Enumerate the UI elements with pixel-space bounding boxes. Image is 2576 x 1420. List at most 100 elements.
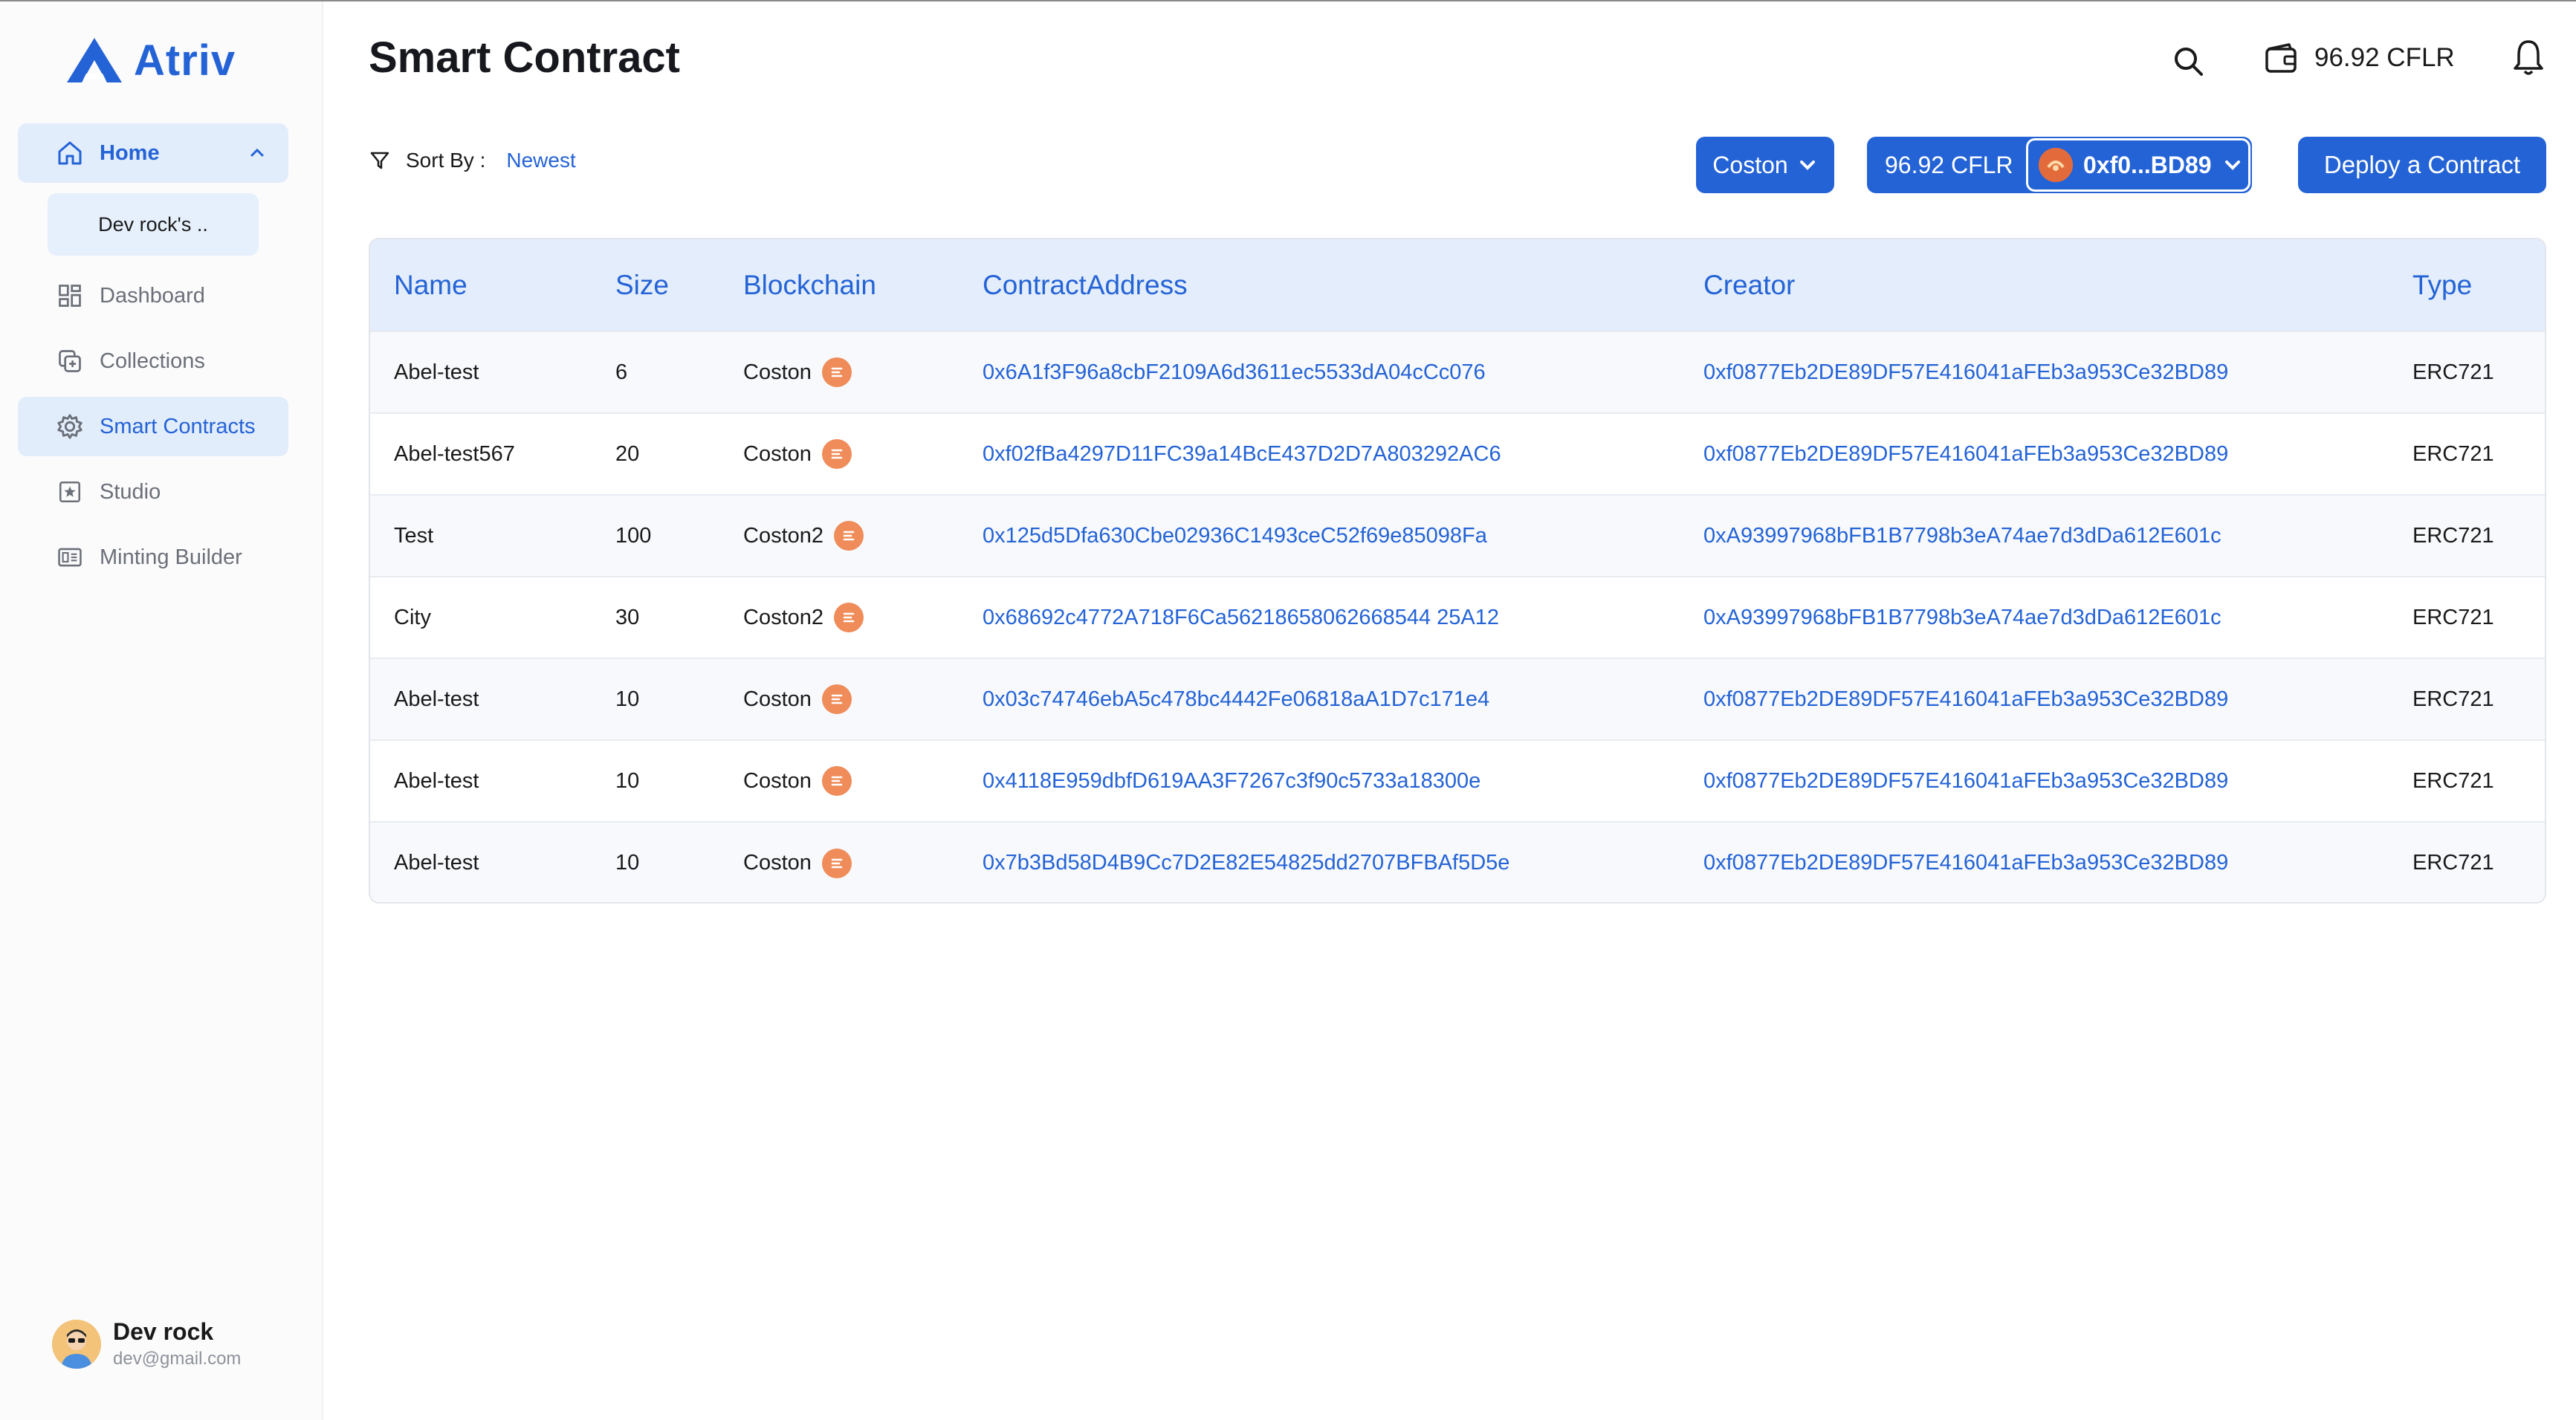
wallet-balance-display[interactable]: 96.92 CFLR [2264, 42, 2455, 74]
column-header-blockchain[interactable]: Blockchain [719, 239, 959, 331]
blockchain-name: Coston [743, 687, 812, 711]
sort-value-dropdown[interactable]: Newest [506, 149, 575, 172]
user-name: Dev rock [113, 1318, 214, 1345]
dashboard-icon [55, 281, 85, 311]
column-header-name[interactable]: Name [370, 239, 592, 331]
sidebar-item-smart-contracts[interactable]: Smart Contracts [18, 397, 288, 456]
network-label: Coston [1712, 151, 1788, 178]
table-row[interactable]: Abel-test 6 Coston 0x6A1f3F96a8cbF2109A6d36… [370, 331, 2545, 413]
contract-size: 10 [615, 687, 640, 711]
contract-address-link[interactable]: 0x68692c4772A718F6Ca56218658062668544 25… [959, 577, 1680, 658]
contract-name: Abel-test [394, 687, 479, 711]
sidebar: Atriv Home Dev rock's .. Dashboard Colle… [0, 1, 323, 1420]
contract-name: City [394, 605, 431, 629]
table-row[interactable]: Abel-test 10 Coston 0x03c74746ebA5c478bc444… [370, 658, 2545, 740]
contract-blockchain: Coston2 [719, 577, 959, 658]
avatar [52, 1319, 101, 1369]
contract-size: 10 [615, 851, 640, 875]
contract-size: 10 [615, 768, 640, 793]
bell-icon[interactable] [2512, 39, 2545, 77]
table-row[interactable]: City 30 Coston2 0x68692c4772A718F6Ca5621865… [370, 577, 2545, 658]
contract-blockchain: Coston [719, 331, 959, 413]
table-row[interactable]: Abel-test567 20 Coston 0xf02fBa4297D11FC39a… [370, 413, 2545, 495]
account-button[interactable]: 96.92 CFLR 0xf0...BD89 [1867, 137, 2252, 193]
blockchain-name: Coston [743, 768, 812, 793]
contract-address-link[interactable]: 0x03c74746ebA5c478bc4442Fe06818aA1D7c171… [959, 658, 1680, 740]
blockchain-name: Coston [743, 851, 812, 875]
chevron-up-icon[interactable] [248, 144, 266, 162]
user-profile[interactable]: Dev rock dev@gmail.com [52, 1318, 241, 1369]
contract-address-link[interactable]: 0xf02fBa4297D11FC39a14BcE437D2D7A803292A… [959, 413, 1680, 495]
sidebar-item-collections[interactable]: Collections [18, 331, 288, 391]
sidebar-item-label: Dashboard [100, 283, 205, 308]
sidebar-subitem-workspace[interactable]: Dev rock's .. [48, 193, 259, 256]
flare-chain-icon [834, 603, 864, 632]
contract-name: Abel-test [394, 768, 479, 793]
sidebar-item-label: Minting Builder [100, 545, 242, 569]
column-header-type[interactable]: Type [2389, 239, 2545, 331]
contract-type: ERC721 [2412, 768, 2494, 793]
network-select-button[interactable]: Coston [1696, 137, 1834, 193]
account-avatar-icon [2039, 148, 2073, 182]
minting-builder-icon [55, 542, 85, 572]
sort-control[interactable]: Sort By : Newest [369, 149, 576, 172]
creator-address-link[interactable]: 0xf0877Eb2DE89DF57E416041aFEb3a953Ce32BD… [1680, 740, 2389, 822]
sidebar-item-dashboard[interactable]: Dashboard [18, 266, 288, 325]
filter-icon [370, 152, 389, 169]
column-header-creator[interactable]: Creator [1680, 239, 2389, 331]
contract-size: 6 [615, 360, 628, 384]
blockchain-name: Coston2 [743, 523, 824, 548]
sort-label: Sort By : [406, 149, 486, 172]
account-balance: 96.92 CFLR [1885, 151, 2013, 178]
user-email: dev@gmail.com [113, 1349, 242, 1369]
contract-type: ERC721 [2412, 605, 2494, 629]
home-icon [55, 138, 85, 168]
search-icon[interactable] [2170, 43, 2207, 80]
table-row[interactable]: Abel-test 10 Coston 0x4118E959dbfD619AA3F72… [370, 740, 2545, 822]
contract-type: ERC721 [2412, 523, 2494, 548]
account-address: 0xf0...BD89 [2083, 151, 2212, 178]
creator-address-link[interactable]: 0xA93997968bFB1B7798b3eA74ae7d3dDa612E60… [1680, 577, 2389, 658]
contract-blockchain: Coston [719, 822, 959, 902]
flare-chain-icon [821, 848, 852, 878]
brand-name: Atriv [134, 36, 236, 85]
chevron-down-icon [2224, 161, 2240, 170]
wallet-balance-text: 96.92 CFLR [2314, 43, 2455, 72]
contract-address-link[interactable]: 0x125d5Dfa630Cbe02936C1493ceC52f69e85098… [959, 495, 1680, 577]
sidebar-item-studio[interactable]: Studio [18, 462, 288, 522]
blockchain-name: Coston [743, 441, 812, 466]
flare-chain-icon [821, 684, 852, 714]
flare-chain-icon [821, 357, 852, 387]
table-row[interactable]: Abel-test 10 Coston 0x7b3Bd58D4B9Cc7D2E82E5… [370, 822, 2545, 902]
contract-name: Test [394, 523, 434, 548]
deploy-contract-button[interactable]: Deploy a Contract [2298, 137, 2546, 193]
creator-address-link[interactable]: 0xA93997968bFB1B7798b3eA74ae7d3dDa612E60… [1680, 495, 2389, 577]
studio-icon [55, 477, 85, 507]
contract-blockchain: Coston2 [719, 495, 959, 577]
creator-address-link[interactable]: 0xf0877Eb2DE89DF57E416041aFEb3a953Ce32BD… [1680, 413, 2389, 495]
sidebar-item-label: Home [100, 140, 160, 165]
atriv-logo-icon [67, 38, 122, 82]
sidebar-item-minting-builder[interactable]: Minting Builder [18, 528, 288, 587]
table-header-row: Name Size Blockchain ContractAddress Cre… [370, 239, 2545, 331]
brand-logo[interactable]: Atriv [65, 34, 236, 86]
blockchain-name: Coston [743, 360, 812, 384]
column-header-contract-address[interactable]: ContractAddress [959, 239, 1680, 331]
contract-type: ERC721 [2412, 360, 2494, 384]
creator-address-link[interactable]: 0xf0877Eb2DE89DF57E416041aFEb3a953Ce32BD… [1680, 331, 2389, 413]
account-address-dropdown[interactable]: 0xf0...BD89 [2026, 138, 2250, 192]
contract-address-link[interactable]: 0x6A1f3F96a8cbF2109A6d3611ec5533dA04cCc0… [959, 331, 1680, 413]
creator-address-link[interactable]: 0xf0877Eb2DE89DF57E416041aFEb3a953Ce32BD… [1680, 822, 2389, 902]
contract-address-link[interactable]: 0x7b3Bd58D4B9Cc7D2E82E54825dd2707BFBAf5D… [959, 822, 1680, 902]
creator-address-link[interactable]: 0xf0877Eb2DE89DF57E416041aFEb3a953Ce32BD… [1680, 658, 2389, 740]
sidebar-item-label: Studio [100, 479, 161, 504]
contract-name: Abel-test567 [394, 441, 515, 466]
blockchain-name: Coston2 [743, 605, 824, 629]
chevron-down-icon [1799, 161, 1815, 170]
column-header-size[interactable]: Size [592, 239, 719, 331]
contract-type: ERC721 [2412, 441, 2494, 466]
contract-name: Abel-test [394, 360, 479, 384]
sidebar-item-home[interactable]: Home [18, 123, 288, 183]
contract-address-link[interactable]: 0x4118E959dbfD619AA3F7267c3f90c5733a1830… [959, 740, 1680, 822]
table-row[interactable]: Test 100 Coston2 0x125d5Dfa630Cbe02936C1493… [370, 495, 2545, 577]
